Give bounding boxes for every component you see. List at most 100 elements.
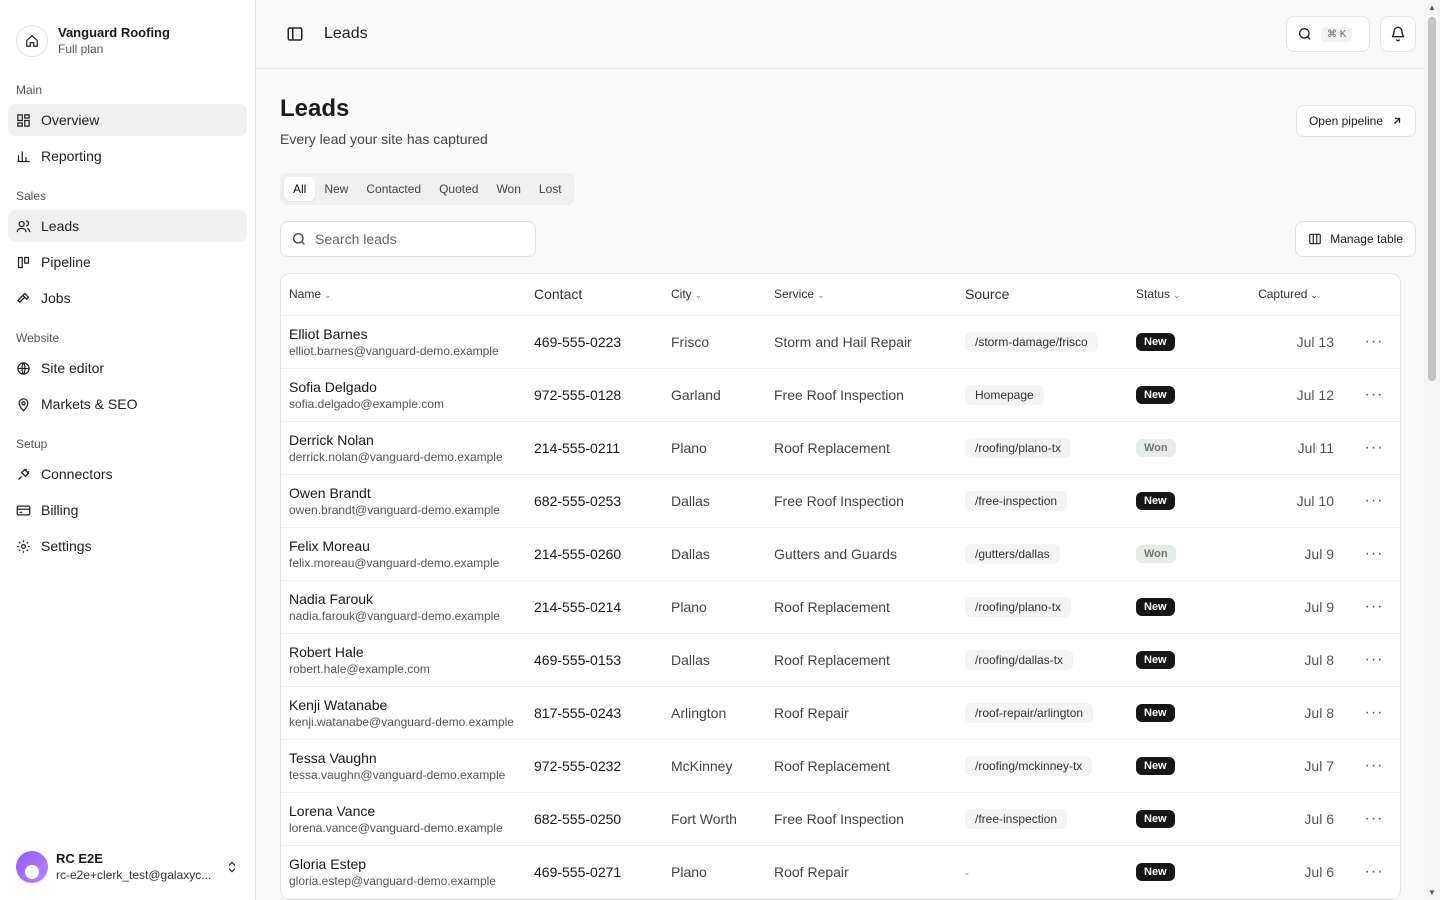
lead-name-cell: Tessa Vaughn tessa.vaughn@vanguard-demo.…: [281, 739, 526, 793]
lead-name[interactable]: Gloria Estep: [289, 855, 518, 873]
lead-contact: 972-555-0232: [526, 739, 663, 793]
vertical-scrollbar[interactable]: ▲ ▼: [1424, 0, 1440, 900]
lead-source-cell: /roofing/plano-tx: [957, 580, 1128, 634]
status-badge: New: [1136, 810, 1175, 828]
row-actions-button[interactable]: ···: [1348, 739, 1400, 793]
lead-name[interactable]: Nadia Farouk: [289, 590, 518, 608]
lead-name[interactable]: Robert Hale: [289, 643, 518, 661]
column-header-status[interactable]: Status ⌄: [1128, 274, 1223, 316]
dashboard-icon: [17, 113, 30, 127]
table-row[interactable]: Elliot Barnes elliot.barnes@vanguard-dem…: [281, 315, 1400, 369]
row-actions-button[interactable]: ···: [1348, 315, 1400, 369]
tab-all[interactable]: All: [284, 177, 316, 201]
sidebar-item-connectors[interactable]: Connectors: [8, 458, 247, 490]
search-input[interactable]: [315, 231, 525, 247]
column-header-captured[interactable]: Captured ⌄: [1223, 274, 1348, 316]
tab-contacted[interactable]: Contacted: [357, 177, 430, 201]
table-row[interactable]: Tessa Vaughn tessa.vaughn@vanguard-demo.…: [281, 739, 1400, 793]
lead-contact: 682-555-0253: [526, 474, 663, 528]
column-header-source: Source: [957, 274, 1128, 316]
column-header-contact: Contact: [526, 274, 663, 316]
lead-name[interactable]: Tessa Vaughn: [289, 749, 518, 767]
table-row[interactable]: Owen Brandt owen.brandt@vanguard-demo.ex…: [281, 474, 1400, 528]
user-email: rc-e2e+clerk_test@galaxyc...: [56, 868, 212, 882]
table-row[interactable]: Robert Hale robert.hale@example.com 469-…: [281, 633, 1400, 687]
lead-name[interactable]: Lorena Vance: [289, 802, 518, 820]
table-row[interactable]: Felix Moreau felix.moreau@vanguard-demo.…: [281, 527, 1400, 581]
user-name: RC E2E: [56, 851, 103, 866]
chevron-up-down-icon: [228, 861, 236, 873]
lead-name-cell: Felix Moreau felix.moreau@vanguard-demo.…: [281, 527, 526, 581]
column-header-name[interactable]: Name ⌄: [281, 274, 526, 316]
lead-contact: 469-555-0271: [526, 845, 663, 899]
lead-source-cell: -: [957, 845, 1128, 899]
manage-table-button[interactable]: Manage table: [1295, 221, 1416, 257]
tab-won[interactable]: Won: [487, 177, 529, 201]
tab-lost[interactable]: Lost: [530, 177, 571, 201]
sidebar-item-jobs[interactable]: Jobs: [8, 282, 247, 314]
table-row[interactable]: Sofia Delgado sofia.delgado@example.com …: [281, 368, 1400, 422]
scrollbar-thumb[interactable]: [1428, 17, 1436, 381]
lead-email: lorena.vance@vanguard-demo.example: [289, 820, 503, 835]
source-badge: /storm-damage/frisco: [965, 331, 1098, 352]
source-badge: /roofing/plano-tx: [965, 596, 1072, 617]
sidebar-item-markets-seo[interactable]: Markets & SEO: [8, 388, 247, 420]
column-header-city[interactable]: City ⌄: [663, 274, 766, 316]
table-row[interactable]: Kenji Watanabe kenji.watanabe@vanguard-d…: [281, 686, 1400, 740]
command-search-button[interactable]: ⌘ K: [1286, 16, 1370, 52]
source-badge: /free-inspection: [965, 490, 1068, 511]
lead-name[interactable]: Elliot Barnes: [289, 325, 518, 343]
tab-quoted[interactable]: Quoted: [430, 177, 487, 201]
sidebar-toggle-icon[interactable]: [286, 25, 304, 43]
lead-name[interactable]: Kenji Watanabe: [289, 696, 518, 714]
notifications-button[interactable]: [1380, 16, 1416, 52]
row-actions-button[interactable]: ···: [1348, 474, 1400, 528]
lead-name[interactable]: Sofia Delgado: [289, 378, 518, 396]
lead-name[interactable]: Derrick Nolan: [289, 431, 518, 449]
column-header-service[interactable]: Service ⌄: [766, 274, 957, 316]
tab-new[interactable]: New: [315, 177, 357, 201]
row-actions-button[interactable]: ···: [1348, 421, 1400, 475]
user-menu[interactable]: RC E2E rc-e2e+clerk_test@galaxyc...: [0, 834, 255, 900]
lead-city: Fort Worth: [663, 792, 766, 846]
sidebar-item-pipeline[interactable]: Pipeline: [8, 246, 247, 278]
lead-city: Plano: [663, 580, 766, 634]
sidebar-item-label: Reporting: [41, 148, 102, 164]
brand-switcher[interactable]: Vanguard Roofing Full plan: [0, 0, 255, 66]
row-actions-button[interactable]: ···: [1348, 368, 1400, 422]
row-actions-button[interactable]: ···: [1348, 686, 1400, 740]
lead-status-cell: New: [1128, 845, 1223, 899]
lead-city: Plano: [663, 421, 766, 475]
scroll-down-icon[interactable]: ▼: [1428, 888, 1436, 897]
home-icon: [16, 25, 48, 57]
bar-chart-icon: [17, 151, 30, 162]
sidebar-item-settings[interactable]: Settings: [8, 530, 247, 562]
search-icon: [1299, 28, 1311, 40]
sidebar-item-billing[interactable]: Billing: [8, 494, 247, 526]
row-actions-button[interactable]: ···: [1348, 633, 1400, 687]
row-actions-button[interactable]: ···: [1348, 527, 1400, 581]
table-row[interactable]: Lorena Vance lorena.vance@vanguard-demo.…: [281, 792, 1400, 846]
scroll-up-icon[interactable]: ▲: [1428, 3, 1436, 12]
source-badge: /free-inspection: [965, 808, 1068, 829]
lead-name[interactable]: Owen Brandt: [289, 484, 518, 502]
table-row[interactable]: Derrick Nolan derrick.nolan@vanguard-dem…: [281, 421, 1400, 475]
row-actions-button[interactable]: ···: [1348, 792, 1400, 846]
main-content: Leads ⌘ K Leads Every lead your site has…: [256, 0, 1440, 900]
sidebar-item-overview[interactable]: Overview: [8, 104, 247, 136]
sidebar-item-leads[interactable]: Leads: [8, 210, 247, 242]
lead-name[interactable]: Felix Moreau: [289, 537, 518, 555]
lead-source-cell: /free-inspection: [957, 792, 1128, 846]
table-row[interactable]: Gloria Estep gloria.estep@vanguard-demo.…: [281, 845, 1400, 899]
row-actions-button[interactable]: ···: [1348, 580, 1400, 634]
source-badge: /roofing/mckinney-tx: [965, 755, 1093, 776]
hammer-icon: [16, 292, 30, 303]
sidebar-item-reporting[interactable]: Reporting: [8, 140, 247, 172]
open-pipeline-button[interactable]: Open pipeline: [1295, 105, 1416, 137]
sidebar-item-label: Site editor: [41, 360, 105, 376]
table-row[interactable]: Nadia Farouk nadia.farouk@vanguard-demo.…: [281, 580, 1400, 634]
sidebar-item-site-editor[interactable]: Site editor: [8, 352, 247, 384]
users-icon: [16, 219, 31, 232]
lead-email: kenji.watanabe@vanguard-demo.example: [289, 714, 514, 729]
row-actions-button[interactable]: ···: [1348, 845, 1400, 899]
